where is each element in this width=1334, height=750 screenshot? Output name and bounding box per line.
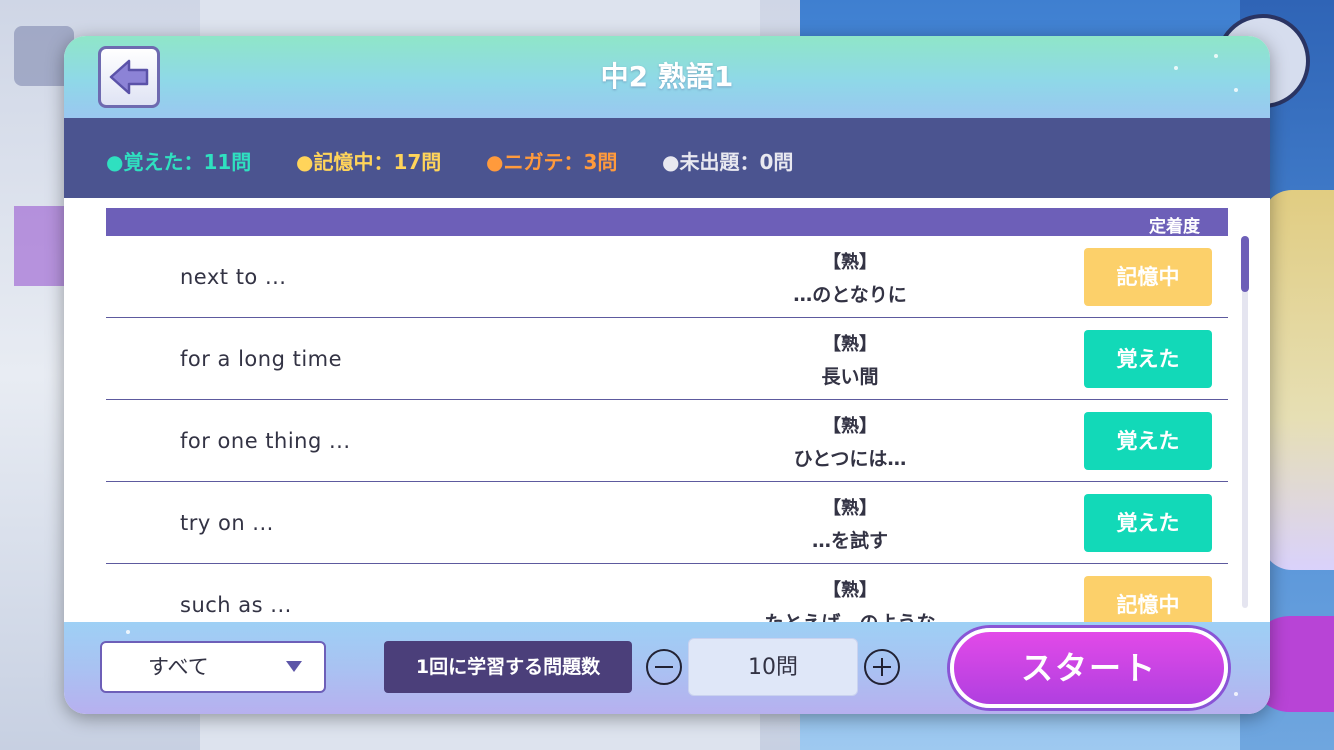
filter-dropdown[interactable]: すべて [100, 641, 326, 693]
status-badge[interactable]: 記憶中 [1084, 576, 1212, 622]
status-badge[interactable]: 覚えた [1084, 494, 1212, 552]
status-badge[interactable]: 記憶中 [1084, 248, 1212, 306]
english-phrase: for a long time [180, 347, 343, 371]
dialog-header: 中2 熟語1 [64, 36, 1270, 118]
dialog-title: 中2 熟語1 [600, 60, 734, 93]
back-arrow-icon [109, 59, 149, 95]
list-header: 定着度 [106, 208, 1228, 237]
list-item[interactable]: such as ... 【熟】 たとえば…のような 記憶中 [106, 564, 1228, 622]
increase-count-button[interactable] [864, 649, 900, 685]
japanese-meaning: 長い間 [821, 366, 879, 388]
phrase-tag: 【熟】 [823, 580, 877, 601]
scrollbar-thumb[interactable] [1241, 236, 1249, 292]
english-phrase: such as ... [180, 593, 292, 617]
stat-memorizing: ●記憶中：17問 [296, 150, 442, 174]
status-badge[interactable]: 覚えた [1084, 412, 1212, 470]
list-item[interactable]: for a long time 【熟】 長い間 覚えた [106, 318, 1228, 400]
background-character [1262, 190, 1334, 570]
question-count-value: 10問 [688, 638, 858, 696]
english-phrase: try on ... [180, 511, 274, 535]
question-count-label: 1回に学習する問題数 [384, 641, 632, 693]
chevron-down-icon [286, 661, 302, 672]
deck-dialog: 中2 熟語1 ●覚えた：11問 ●記憶中：17問 ●ニガテ：3問 ●未出題：0問… [64, 36, 1270, 714]
japanese-meaning: ひとつには… [793, 448, 907, 470]
word-rows[interactable]: next to ... 【熟】 …のとなりに 記憶中 for a long ti… [106, 236, 1228, 622]
phrase-tag: 【熟】 [823, 416, 877, 437]
phrase-tag: 【熟】 [823, 334, 877, 355]
stat-weak: ●ニガテ：3問 [486, 150, 618, 174]
word-list: 定着度 next to ... 【熟】 …のとなりに 記憶中 for a lon… [64, 198, 1270, 622]
sparkle-decoration [1234, 692, 1238, 696]
sparkle-decoration [126, 630, 130, 634]
list-item[interactable]: for one thing ... 【熟】 ひとつには… 覚えた [106, 400, 1228, 482]
decrease-count-button[interactable] [646, 649, 682, 685]
filter-value: すべて [148, 655, 209, 679]
japanese-meaning: …のとなりに [793, 284, 907, 306]
status-badge[interactable]: 覚えた [1084, 330, 1212, 388]
japanese-meaning: たとえば…のような [750, 608, 950, 622]
list-item[interactable]: try on ... 【熟】 …を試す 覚えた [106, 482, 1228, 564]
list-header-label: 定着度 [1149, 217, 1200, 237]
stat-memorized: ●覚えた：11問 [106, 150, 252, 174]
dialog-footer: すべて 1回に学習する問題数 10問 スタート [64, 622, 1270, 714]
list-item[interactable]: next to ... 【熟】 …のとなりに 記憶中 [106, 236, 1228, 318]
english-phrase: next to ... [180, 265, 287, 289]
phrase-tag: 【熟】 [823, 498, 877, 519]
japanese-meaning: …を試す [811, 530, 888, 552]
back-button[interactable] [98, 46, 160, 108]
start-button[interactable]: スタート [950, 628, 1228, 708]
phrase-tag: 【熟】 [823, 252, 877, 273]
stat-unasked: ●未出題：0問 [662, 150, 794, 174]
stats-bar: ●覚えた：11問 ●記憶中：17問 ●ニガテ：3問 ●未出題：0問 [64, 118, 1270, 198]
english-phrase: for one thing ... [180, 429, 351, 453]
